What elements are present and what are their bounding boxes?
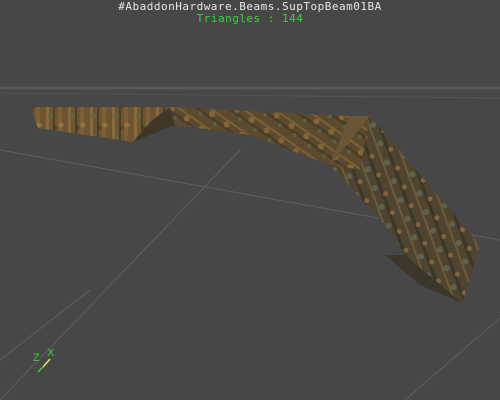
axis-x-line: [42, 358, 51, 368]
3d-viewport[interactable]: #AbaddonHardware.Beams.SupTopBeam01BA Tr…: [0, 0, 500, 400]
axis-gizmo: Z X: [33, 347, 55, 373]
beam-center-top-face: [170, 107, 370, 170]
axis-x-label: X: [47, 347, 55, 359]
axis-z-line: [37, 366, 44, 373]
triangle-count-label: Triangles : 144: [196, 12, 304, 25]
viewport-scene[interactable]: [0, 0, 500, 400]
axis-z-label: Z: [33, 352, 40, 364]
beam-mesh[interactable]: [30, 107, 480, 303]
